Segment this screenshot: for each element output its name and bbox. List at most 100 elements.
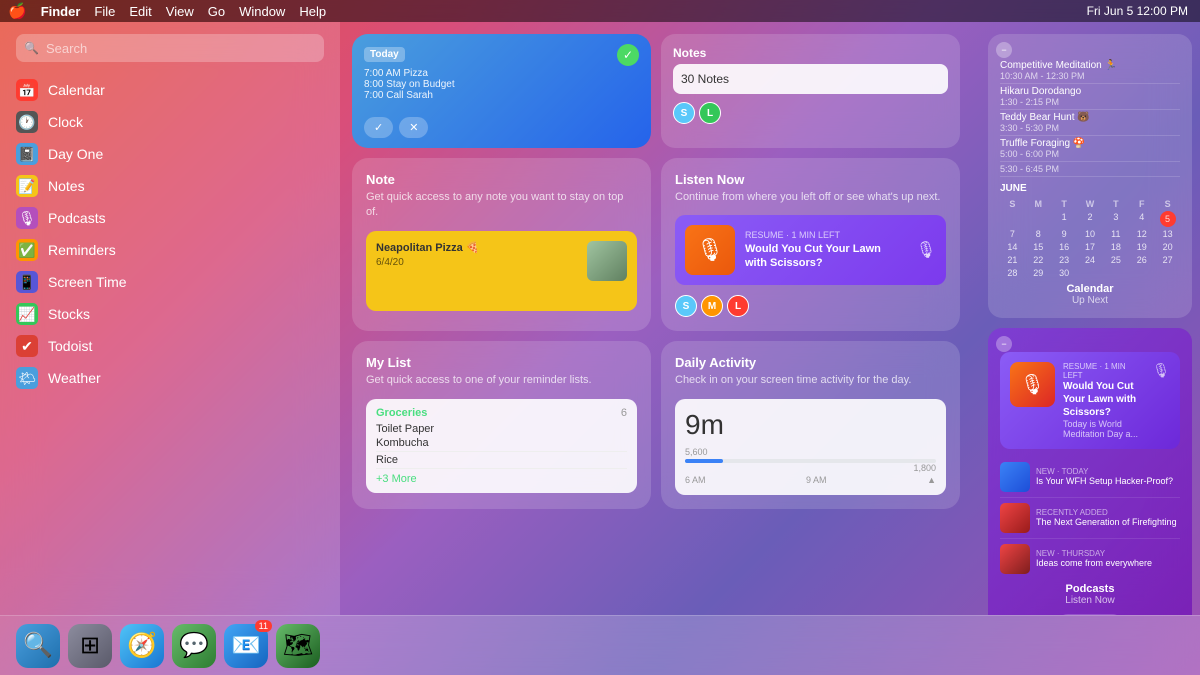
sidebar-label-stocks: Stocks: [48, 306, 90, 322]
cal-day-20[interactable]: 20: [1155, 241, 1180, 253]
cal-day-21[interactable]: 21: [1000, 254, 1025, 266]
cal-day-13[interactable]: 13: [1155, 228, 1180, 240]
menu-finder[interactable]: Finder: [41, 4, 81, 19]
sidebar-item-notes[interactable]: 📝 Notes: [0, 170, 340, 202]
podcast-thumb-3: [1000, 544, 1030, 574]
menu-view[interactable]: View: [166, 4, 194, 19]
today-btn-check[interactable]: ✓: [364, 117, 393, 138]
podcast-list: NEW · TODAY Is Your WFH Setup Hacker-Pro…: [1000, 457, 1180, 579]
dock: 🔍 ⊞ 🧭 💬 📧 11 🗺: [0, 615, 1200, 675]
dock-maps[interactable]: 🗺: [276, 624, 320, 668]
bar-top-labels: 5,600: [685, 447, 936, 457]
cal-day-23[interactable]: 23: [1052, 254, 1077, 266]
menu-help[interactable]: Help: [299, 4, 326, 19]
avatar-l2: L: [727, 295, 749, 317]
cal-day-26[interactable]: 26: [1129, 254, 1154, 266]
cal-day-22[interactable]: 22: [1026, 254, 1051, 266]
screentime-widget: 9m 5,600 1,800 6 AM 9 AM: [675, 399, 946, 495]
podcast-list-title-2: The Next Generation of Firefighting: [1036, 517, 1180, 529]
podcasts-close-button[interactable]: −: [996, 336, 1012, 352]
sidebar-item-clock[interactable]: 🕐 Clock: [0, 106, 340, 138]
listen-now-title: Listen Now: [675, 172, 946, 187]
menu-edit[interactable]: Edit: [129, 4, 151, 19]
podcast-mic-icon: 🎙: [1152, 362, 1170, 379]
podcast-list-info-1: NEW · TODAY Is Your WFH Setup Hacker-Pro…: [1036, 467, 1180, 488]
cal-day-3[interactable]: 3: [1103, 211, 1128, 227]
sidebar-label-podcasts: Podcasts: [48, 210, 106, 226]
reminder-header-cols: Toilet Paper: [376, 423, 627, 435]
reminder-list: Groceries 6 Toilet Paper Kombucha Rice +…: [366, 399, 637, 493]
notes-widget-content: 30 Notes: [673, 64, 948, 94]
menu-window[interactable]: Window: [239, 4, 285, 19]
cal-event-5: 5:30 - 6:45 PM: [1000, 162, 1180, 177]
calendar-right-card: − Competitive Meditation 🏃 10:30 AM - 12…: [988, 34, 1192, 318]
bar-mid-labels: 1,800: [685, 463, 936, 473]
cal-day-4[interactable]: 4: [1129, 211, 1154, 227]
sidebar: 🔍 📅 Calendar 🕐 Clock 📓 Day One 📝 Notes 🎙…: [0, 22, 340, 615]
reminder-more[interactable]: +3 More: [376, 473, 627, 485]
today-btn-x[interactable]: ✕: [399, 117, 428, 138]
cal-day-15[interactable]: 15: [1026, 241, 1051, 253]
cal-day-10[interactable]: 10: [1078, 228, 1103, 240]
today-badge: Today: [364, 47, 405, 62]
dock-launchpad[interactable]: ⊞: [68, 624, 112, 668]
cal-day-18[interactable]: 18: [1103, 241, 1128, 253]
cal-day-8[interactable]: 8: [1026, 228, 1051, 240]
calendar-close-button[interactable]: −: [996, 42, 1012, 58]
calendar-grid: S M T W T F S 1 2 3 4 5 7 8 9 10 11 12: [1000, 198, 1180, 279]
podcast-resume-desc: Today is World Meditation Day a...: [1063, 419, 1144, 439]
sidebar-item-weather[interactable]: 🌤 Weather: [0, 362, 340, 394]
cal-day-27[interactable]: 27: [1155, 254, 1180, 266]
menu-go[interactable]: Go: [208, 4, 225, 19]
cal-day-19[interactable]: 19: [1129, 241, 1154, 253]
reminder-header: Groceries 6: [376, 407, 627, 419]
cal-day-1[interactable]: 1: [1052, 211, 1077, 227]
sidebar-item-todoist[interactable]: ✔ Todoist: [0, 330, 340, 362]
cal-header-s: S: [1000, 198, 1025, 210]
sidebar-item-stocks[interactable]: 📈 Stocks: [0, 298, 340, 330]
notes-top-widget: Notes 30 Notes S L: [661, 34, 960, 148]
podcast-art: 🎙: [685, 225, 735, 275]
menu-file[interactable]: File: [94, 4, 115, 19]
search-input[interactable]: [16, 34, 324, 62]
sidebar-item-calendar[interactable]: 📅 Calendar: [0, 74, 340, 106]
apple-menu[interactable]: 🍎: [8, 2, 27, 20]
cal-day-24[interactable]: 24: [1078, 254, 1103, 266]
sidebar-item-reminders[interactable]: ✅ Reminders: [0, 234, 340, 266]
sidebar-item-screentime[interactable]: 📱 Screen Time: [0, 266, 340, 298]
cal-day-29[interactable]: 29: [1026, 267, 1051, 279]
cal-day-11[interactable]: 11: [1103, 228, 1128, 240]
avatar-s2: S: [675, 295, 697, 317]
sidebar-label-screentime: Screen Time: [48, 274, 127, 290]
sidebar-item-podcasts[interactable]: 🎙 Podcasts: [0, 202, 340, 234]
cal-day-2[interactable]: 2: [1078, 211, 1103, 227]
cal-event-1: Competitive Meditation 🏃 10:30 AM - 12:3…: [1000, 58, 1180, 84]
dock-messages[interactable]: 💬: [172, 624, 216, 668]
cal-day-17[interactable]: 17: [1078, 241, 1103, 253]
cal-day-9[interactable]: 9: [1052, 228, 1077, 240]
cal-event-3: Teddy Bear Hunt 🐻 3:30 - 5:30 PM: [1000, 110, 1180, 136]
dock-mail[interactable]: 📧 11: [224, 624, 268, 668]
notes-widget-title: Notes: [673, 46, 948, 60]
cal-day-30[interactable]: 30: [1052, 267, 1077, 279]
podcast-resume-art: 🎙: [1010, 362, 1055, 407]
cal-day-12[interactable]: 12: [1129, 228, 1154, 240]
cal-day-5-today[interactable]: 5: [1160, 211, 1176, 227]
label-0: ▲: [927, 475, 936, 485]
cal-day-28[interactable]: 28: [1000, 267, 1025, 279]
podcast-list-title-1: Is Your WFH Setup Hacker-Proof?: [1036, 476, 1180, 488]
cal-day-7[interactable]: 7: [1000, 228, 1025, 240]
podcasts-icon: 🎙: [16, 207, 38, 229]
cal-day-16[interactable]: 16: [1052, 241, 1077, 253]
today-inner: Today 7:00 AM Pizza 8:00 Stay on Budget …: [352, 34, 651, 111]
cal-header-s2: S: [1155, 198, 1180, 210]
podcast-resume-title: Would You Cut Your Lawn with Scissors?: [1063, 380, 1144, 419]
avatar-s: S: [673, 102, 695, 124]
dock-safari[interactable]: 🧭: [120, 624, 164, 668]
cal-day-25[interactable]: 25: [1103, 254, 1128, 266]
stocks-icon: 📈: [16, 303, 38, 325]
sidebar-item-dayone[interactable]: 📓 Day One: [0, 138, 340, 170]
podcast-list-info-3: NEW · THURSDAY Ideas come from everywher…: [1036, 549, 1180, 570]
cal-day-14[interactable]: 14: [1000, 241, 1025, 253]
dock-finder[interactable]: 🔍: [16, 624, 60, 668]
